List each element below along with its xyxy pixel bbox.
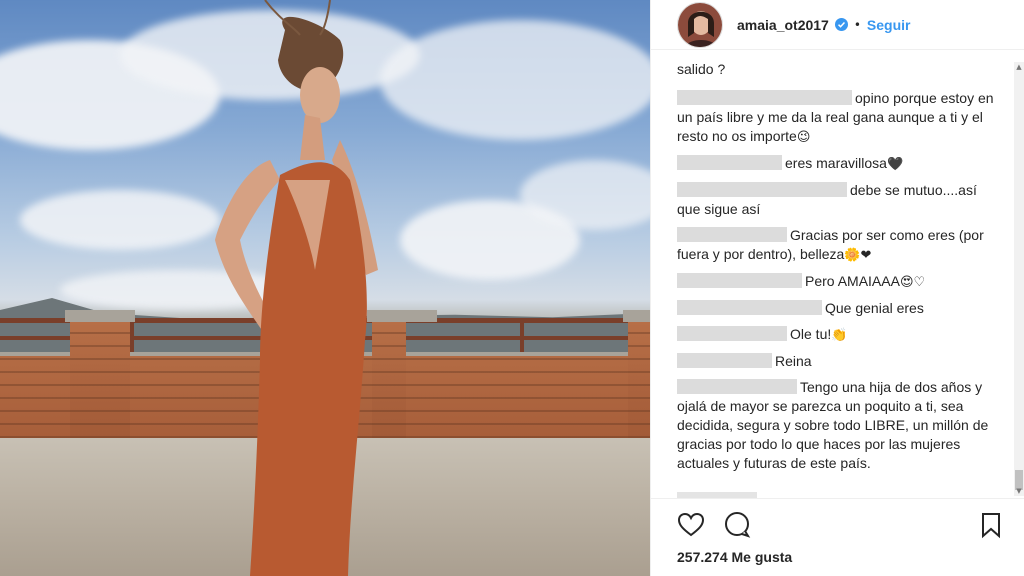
avatar[interactable] — [677, 1, 723, 48]
separator-dot: • — [853, 17, 861, 32]
speech-bubble-icon[interactable] — [723, 511, 751, 539]
woman-figure — [215, 0, 378, 576]
comment: Que genial eres — [677, 299, 997, 318]
action-bar: 257.274 Me gusta — [651, 498, 1024, 576]
post-header: amaia_ot2017 • Seguir — [651, 0, 1024, 50]
comment: Tengo una hija de dos años y ojalá de ma… — [677, 378, 997, 473]
scroll-up-icon[interactable]: ▲ — [1016, 64, 1022, 71]
comment-emoji: 😉 — [796, 130, 811, 145]
likes-count[interactable]: 257.274 Me gusta — [677, 549, 792, 565]
follow-button[interactable]: Seguir — [867, 17, 911, 33]
heart-outline-icon[interactable] — [677, 511, 705, 539]
commenter-username[interactable] — [677, 353, 772, 368]
scroll-down-icon[interactable]: ▼ — [1016, 488, 1022, 495]
bookmark-icon[interactable] — [977, 511, 1005, 539]
commenter-username[interactable] — [677, 155, 782, 170]
commenter-username[interactable] — [677, 379, 797, 394]
comment-fragment: salido ? — [677, 60, 997, 79]
comment-text: Que genial eres — [825, 300, 924, 316]
comment: Gracias por ser como eres (por fuera y p… — [677, 226, 997, 265]
comment-emoji: 🖤 — [886, 157, 904, 172]
commenter-username[interactable] — [677, 300, 822, 315]
comment: Ole tu!👏 — [677, 325, 997, 345]
commenter-username[interactable] — [677, 90, 852, 105]
comment-text: eres maravillosa — [785, 155, 887, 171]
comment: eres maravillosa🖤 — [677, 154, 997, 174]
comment: Pero AMAIAAA😍♡ — [677, 272, 997, 292]
commenter-username[interactable] — [677, 326, 787, 341]
comment: opino porque estoy en un país libre y me… — [677, 89, 997, 147]
comment: debe se mutuo....así que sigue así — [677, 181, 997, 219]
comment-text: salido ? — [677, 61, 726, 77]
comment-text: Pero AMAIAAA — [805, 273, 900, 289]
commenter-username[interactable] — [677, 182, 847, 197]
comment-text: Ole tu! — [790, 326, 832, 342]
verified-badge-icon — [834, 18, 848, 31]
comment-emoji: 👏 — [831, 328, 848, 343]
commenter-username[interactable] — [677, 273, 802, 288]
comments-list[interactable]: salido ? opino porque estoy en un país l… — [651, 60, 1024, 496]
post-photo[interactable] — [0, 0, 650, 576]
commenter-username[interactable] — [677, 227, 787, 242]
scrollbar[interactable]: ▲ ▼ — [1014, 62, 1024, 496]
comment-emoji: 🌼❤ — [844, 248, 872, 263]
username[interactable]: amaia_ot2017 — [737, 17, 829, 33]
post-details-panel: amaia_ot2017 • Seguir salido ? opino por… — [650, 0, 1024, 576]
comment-emoji: 😍♡ — [899, 275, 926, 290]
comment: Reina — [677, 352, 997, 371]
comment-text: Reina — [775, 353, 812, 369]
